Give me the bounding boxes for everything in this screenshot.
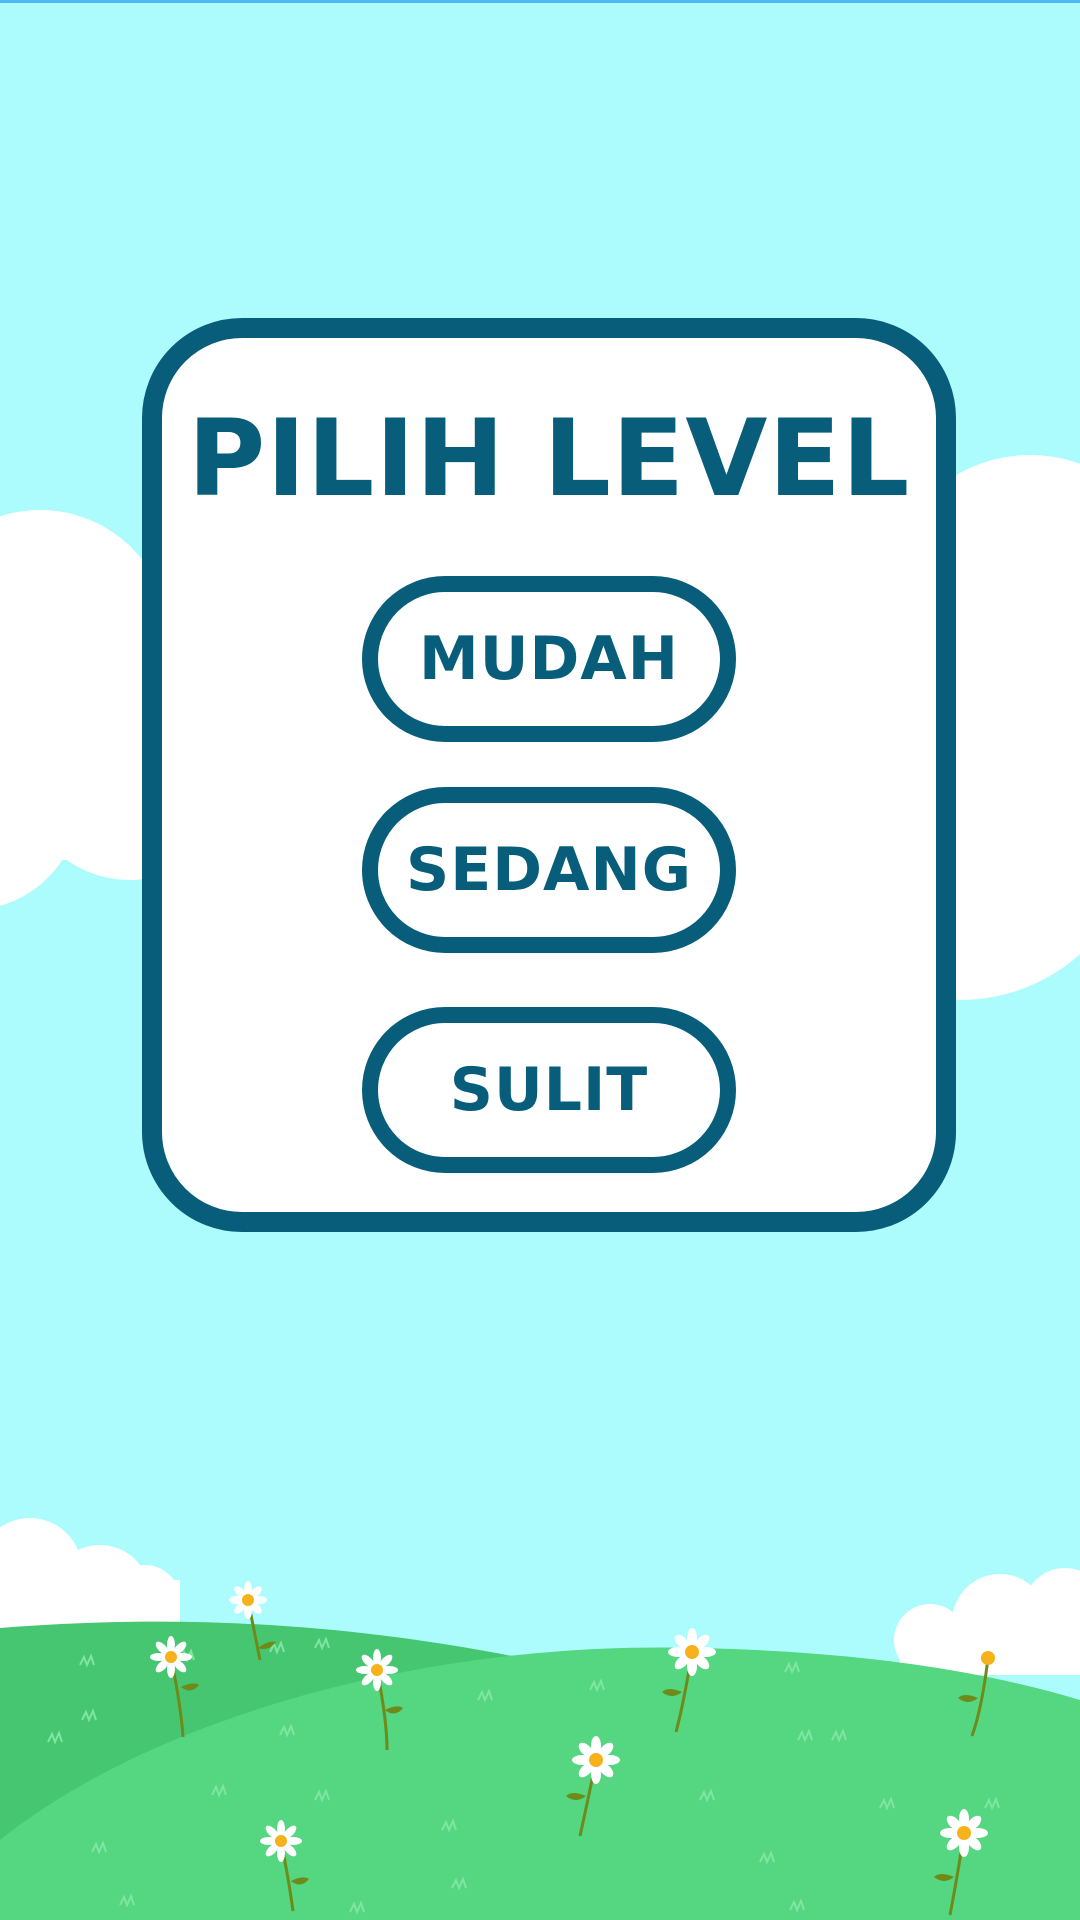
level-easy-label: MUDAH xyxy=(419,624,679,694)
level-hard-button[interactable]: SULIT xyxy=(362,1007,736,1173)
page-title: PILIH LEVEL xyxy=(187,397,911,520)
level-medium-label: SEDANG xyxy=(406,835,692,905)
level-medium-button[interactable]: SEDANG xyxy=(362,787,736,953)
level-hard-label: SULIT xyxy=(449,1055,649,1125)
level-select-panel: PILIH LEVEL MUDAH SEDANG SULIT xyxy=(142,318,956,1232)
level-easy-button[interactable]: MUDAH xyxy=(362,576,736,742)
